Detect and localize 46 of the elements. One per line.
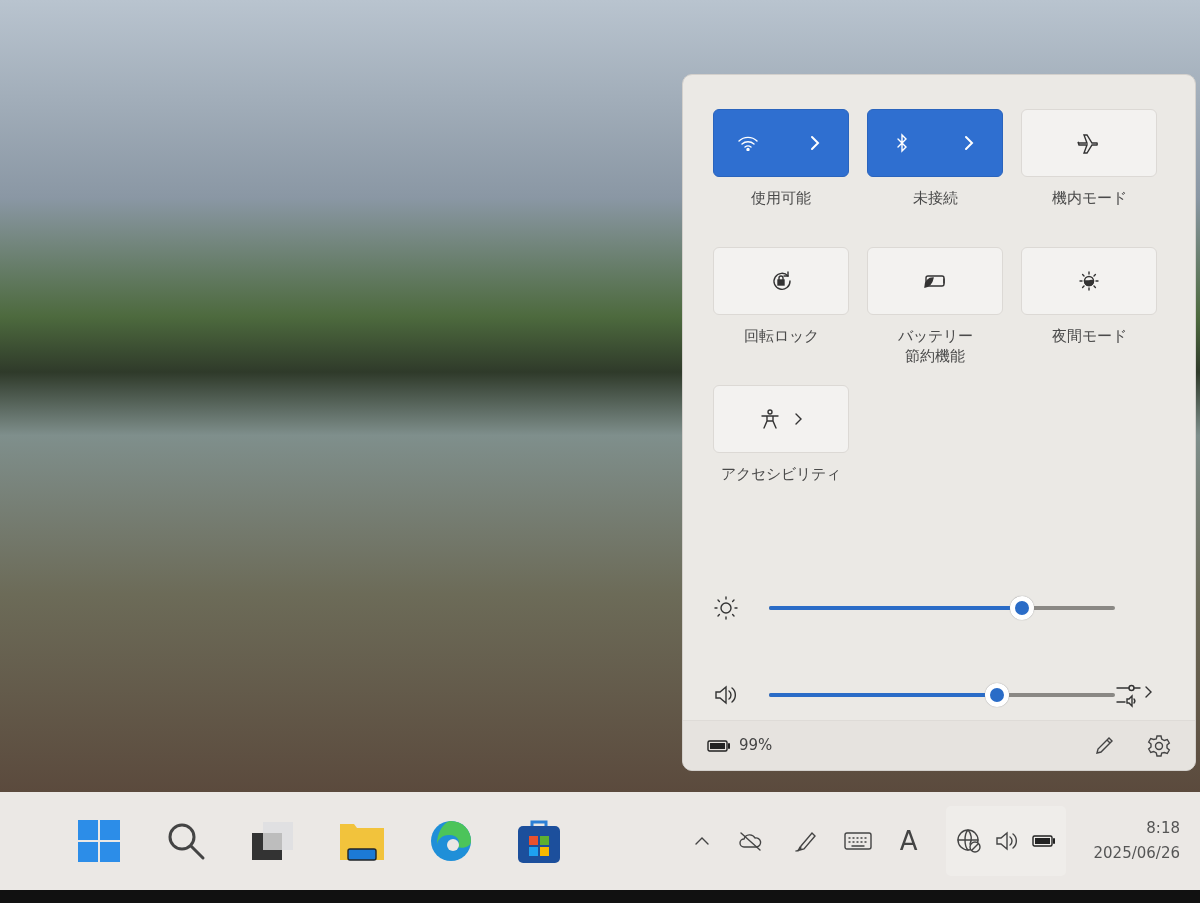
- toggle-button[interactable]: [867, 247, 1003, 315]
- tile-label: 夜間モード: [1051, 327, 1127, 347]
- battery-icon: [1031, 834, 1056, 848]
- system-tray-button[interactable]: [945, 806, 1066, 876]
- chevron-icon: [794, 413, 802, 425]
- slider-thumb[interactable]: [1009, 596, 1034, 620]
- tile-label: アクセシビリティ: [721, 465, 841, 485]
- globe-blocked-icon: [955, 828, 982, 854]
- chevron-icon: [809, 135, 820, 151]
- caret-up-icon[interactable]: [693, 836, 710, 846]
- cloud-off-icon[interactable]: [737, 830, 764, 852]
- clock-time: 8:18: [1145, 817, 1180, 839]
- tile-label: 未接続: [912, 189, 958, 209]
- toggle-button[interactable]: [1021, 109, 1157, 177]
- windows-logo-icon[interactable]: [77, 819, 121, 863]
- browser-swirl-icon[interactable]: [429, 819, 473, 863]
- accessibility-icon: [760, 408, 780, 430]
- toggle-button[interactable]: [713, 247, 849, 315]
- airplane-icon: [1077, 132, 1101, 154]
- keyboard-icon[interactable]: [843, 831, 872, 851]
- brightness-icon: [713, 595, 739, 621]
- toggle-button[interactable]: [1021, 247, 1157, 315]
- settings-icon[interactable]: [1147, 733, 1171, 758]
- battery-icon: [707, 738, 731, 753]
- wifi-icon: [736, 135, 759, 151]
- bluetooth-icon: [895, 133, 908, 153]
- audio-output-icon[interactable]: [1115, 682, 1153, 708]
- tile-label: 節約機能: [905, 346, 965, 366]
- speaker-icon: [993, 830, 1020, 852]
- tile-label: 機内モード: [1051, 189, 1127, 209]
- folder-icon[interactable]: [339, 821, 385, 861]
- night-light-icon: [1078, 270, 1100, 292]
- rotation-lock-icon: [770, 270, 792, 292]
- tile-label: 回転ロック: [743, 327, 819, 347]
- ime-mode-button[interactable]: A: [899, 828, 918, 854]
- tile-label: バッテリー: [897, 327, 973, 347]
- overlapping-squares-icon[interactable]: [251, 821, 295, 861]
- battery-leaf-icon: [922, 272, 948, 290]
- toggle-button[interactable]: [713, 385, 849, 453]
- chevron-icon: [963, 135, 974, 151]
- shopping-bag-icon[interactable]: [517, 818, 561, 864]
- speaker-icon: [713, 684, 739, 706]
- slider-thumb[interactable]: [985, 683, 1010, 707]
- tile-label: 使用可能: [751, 189, 811, 209]
- clock-date: 2025/06/26: [1093, 843, 1180, 864]
- battery-percentage: 99%: [739, 735, 773, 757]
